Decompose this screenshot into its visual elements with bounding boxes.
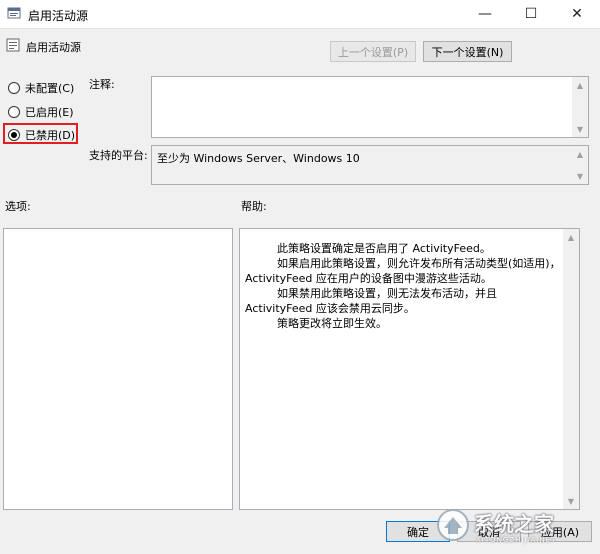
ok-label: 确定 — [407, 525, 429, 539]
radio-enabled[interactable]: 已启用(E) — [8, 104, 74, 120]
help-text: 此策略设置确定是否启用了 ActivityFeed。 如果启用此策略设置，则允许… — [245, 241, 565, 331]
scroll-up-icon[interactable]: ▲ — [572, 77, 588, 93]
radio-label: 未配置(C) — [25, 82, 75, 95]
close-button[interactable]: ✕ — [554, 0, 600, 28]
minimize-button[interactable]: — — [462, 0, 508, 28]
comment-label: 注释: — [89, 78, 115, 91]
platform-field: 至少为 Windows Server、Windows 10 ▲ ▼ — [151, 145, 589, 185]
minimize-icon: — — [478, 6, 492, 22]
radio-indicator[interactable] — [8, 106, 20, 118]
radio-indicator[interactable] — [8, 82, 20, 94]
help-label: 帮助: — [241, 200, 267, 213]
maximize-button[interactable]: ☐ — [508, 0, 554, 28]
previous-setting-label: 上一个设置(P) — [337, 45, 409, 59]
watermark: 系统之家 XITONGZHIJIA.NET — [430, 500, 600, 554]
help-paragraph: 如果禁用此策略设置，则无法发布活动，并且 ActivityFeed 应该会禁用云… — [245, 287, 497, 315]
next-setting-label: 下一个设置(N) — [431, 45, 504, 59]
help-paragraph: 此策略设置确定是否启用了 ActivityFeed。 — [277, 242, 491, 255]
policy-setting-icon — [6, 38, 20, 52]
radio-not-configured[interactable]: 未配置(C) — [8, 80, 74, 96]
options-label: 选项: — [5, 200, 31, 213]
platform-label: 支持的平台: — [89, 149, 148, 162]
watermark-url: XITONGZHIJIA.NET — [476, 536, 557, 544]
maximize-icon: ☐ — [524, 6, 538, 22]
scroll-up-icon[interactable]: ▲ — [572, 146, 588, 162]
watermark-logo-icon — [437, 509, 469, 541]
scroll-up-icon[interactable]: ▲ — [563, 229, 579, 245]
previous-setting-button[interactable]: 上一个设置(P) — [330, 41, 416, 62]
watermark-brand: 系统之家 — [474, 512, 554, 536]
options-pane — [3, 228, 233, 510]
help-paragraph: 如果启用此策略设置，则允许发布所有活动类型(如适用)，ActivityFeed … — [245, 257, 561, 285]
scroll-down-icon[interactable]: ▼ — [572, 168, 588, 184]
help-paragraph: 策略更改将立即生效。 — [277, 317, 387, 330]
highlight-box — [3, 123, 78, 144]
scroll-down-icon[interactable]: ▼ — [572, 121, 588, 137]
comment-scrollbar[interactable]: ▲ ▼ — [572, 77, 588, 137]
platform-value: 至少为 Windows Server、Windows 10 — [157, 152, 360, 165]
help-scrollbar[interactable]: ▲ ▼ — [563, 229, 579, 509]
close-icon: ✕ — [571, 6, 583, 22]
help-pane: 此策略设置确定是否启用了 ActivityFeed。 如果启用此策略设置，则允许… — [239, 228, 580, 510]
title-bar[interactable]: 启用活动源 — ☐ ✕ — [0, 0, 600, 29]
radio-label: 已启用(E) — [25, 106, 74, 119]
platform-scrollbar[interactable]: ▲ ▼ — [572, 146, 588, 184]
next-setting-button[interactable]: 下一个设置(N) — [423, 41, 512, 62]
comment-textarea[interactable]: ▲ ▼ — [151, 76, 589, 138]
policy-app-icon — [7, 7, 21, 19]
policy-name: 启用活动源 — [26, 41, 81, 54]
window-title: 启用活动源 — [28, 9, 89, 23]
